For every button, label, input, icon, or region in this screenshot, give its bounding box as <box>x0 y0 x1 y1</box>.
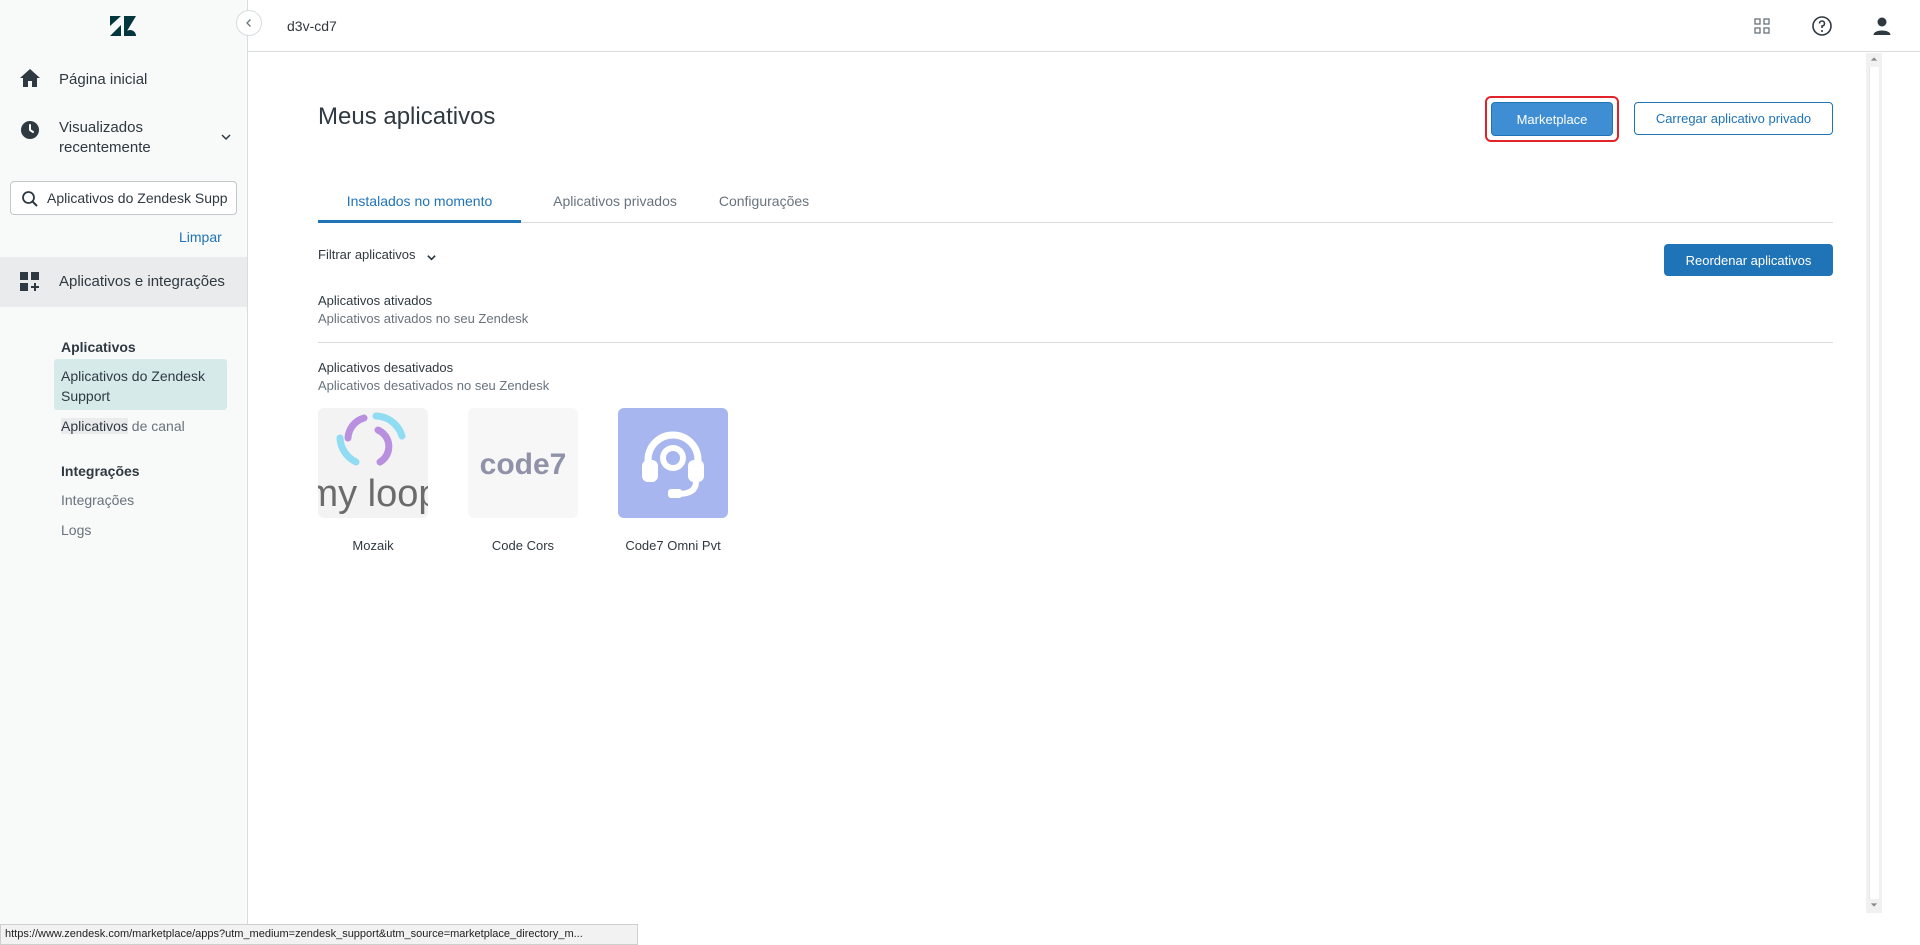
tab-list: Instalados no momento Aplicativos privad… <box>318 193 1833 223</box>
search-icon <box>22 191 38 207</box>
clear-search-link[interactable]: Limpar <box>179 229 222 245</box>
integrations-heading: Integrações <box>61 463 140 479</box>
enabled-apps-title: Aplicativos ativados <box>318 293 433 308</box>
svg-text:code7: code7 <box>480 448 567 481</box>
channel-apps-rest: de canal <box>127 418 185 434</box>
sidebar: Página inicial Visualizados recentemente… <box>0 0 248 945</box>
code7-logo-icon: code7 <box>480 448 567 481</box>
help-icon[interactable] <box>1810 14 1834 38</box>
filter-apps-dropdown[interactable]: Filtrar aplicativos <box>318 246 437 263</box>
home-icon <box>20 69 40 87</box>
sidebar-item-zendesk-support-apps-label: Aplicativos do Zendesk Support <box>61 368 205 404</box>
scroll-up-arrow-icon[interactable] <box>1870 55 1878 63</box>
chevron-left-icon <box>246 19 251 27</box>
main-content: Meus aplicativos Marketplace Carregar ap… <box>248 53 1866 913</box>
sidebar-item-channel-apps[interactable]: Aplicativos de canal <box>61 418 185 434</box>
user-profile-icon[interactable] <box>1870 14 1894 38</box>
nav-recent-label: Visualizados recentemente <box>59 119 151 156</box>
apps-grid-add-icon <box>20 272 39 291</box>
marketplace-focus-ring: Marketplace <box>1485 96 1619 142</box>
product-tray-icon[interactable] <box>1750 14 1774 38</box>
app-name: Code7 Omni Pvt <box>625 538 721 553</box>
enabled-apps-desc: Aplicativos ativados no seu Zendesk <box>318 311 529 326</box>
disabled-apps-title: Aplicativos desativados <box>318 360 454 375</box>
filter-apps-label: Filtrar aplicativos <box>318 247 416 262</box>
app-name: Mozaik <box>352 538 394 553</box>
code7-omni-logo <box>618 408 728 518</box>
nav-home-label: Página inicial <box>59 71 148 88</box>
app-name: Code Cors <box>491 538 555 553</box>
nav-home[interactable]: Página inicial <box>0 64 247 94</box>
nav-apps-integrations[interactable]: Aplicativos e integrações <box>0 257 247 307</box>
chevron-down-icon <box>426 255 436 261</box>
reorder-apps-button[interactable]: Reordenar aplicativos <box>1664 244 1833 276</box>
channel-apps-highlight: Aplicativos <box>61 418 128 434</box>
app-card-code7-omni[interactable]: Code7 Omni Pvt <box>618 408 728 553</box>
scroll-down-arrow-icon[interactable] <box>1870 901 1878 909</box>
app-card-code-cors[interactable]: code7 Code Cors <box>468 408 578 553</box>
tab-settings[interactable]: Configurações <box>714 193 814 223</box>
account-subdomain: d3v-cd7 <box>287 18 337 34</box>
section-divider <box>318 342 1833 343</box>
sidebar-item-zendesk-support-apps[interactable]: Aplicativos do Zendesk Support <box>54 359 227 410</box>
browser-status-url: https://www.zendesk.com/marketplace/apps… <box>0 924 638 945</box>
collapse-sidebar-button[interactable] <box>236 10 262 36</box>
search-box <box>10 181 237 215</box>
nav-recently-viewed[interactable]: Visualizados recentemente <box>0 116 247 160</box>
myloop-logo-icon: my loop <box>318 412 428 515</box>
app-card-mozaik[interactable]: my loop Mozaik <box>318 408 428 553</box>
tab-installed[interactable]: Instalados no momento <box>318 193 521 223</box>
disabled-apps-desc: Aplicativos desativados no seu Zendesk <box>318 378 550 393</box>
sidebar-item-logs[interactable]: Logs <box>61 522 91 538</box>
svg-text:my loop: my loop <box>318 473 428 515</box>
upload-private-app-button[interactable]: Carregar aplicativo privado <box>1634 102 1833 135</box>
tab-private-apps[interactable]: Aplicativos privados <box>544 193 686 223</box>
vertical-scrollbar[interactable] <box>1866 53 1882 913</box>
marketplace-button[interactable]: Marketplace <box>1491 102 1613 136</box>
page-title: Meus aplicativos <box>318 103 496 130</box>
sidebar-item-integrations[interactable]: Integrações <box>61 492 134 508</box>
zendesk-logo-icon[interactable] <box>108 14 138 38</box>
headset-icon <box>642 431 704 498</box>
search-input[interactable] <box>47 188 235 208</box>
clock-icon <box>21 121 39 139</box>
topbar: d3v-cd7 <box>248 0 1920 52</box>
apps-heading: Aplicativos <box>61 339 136 355</box>
code7-logo: code7 <box>468 408 578 518</box>
mozaik-logo: my loop <box>318 408 428 518</box>
nav-apps-integrations-label: Aplicativos e integrações <box>59 273 225 290</box>
chevron-down-icon[interactable] <box>220 131 232 143</box>
scrollbar-thumb[interactable] <box>1869 67 1879 899</box>
